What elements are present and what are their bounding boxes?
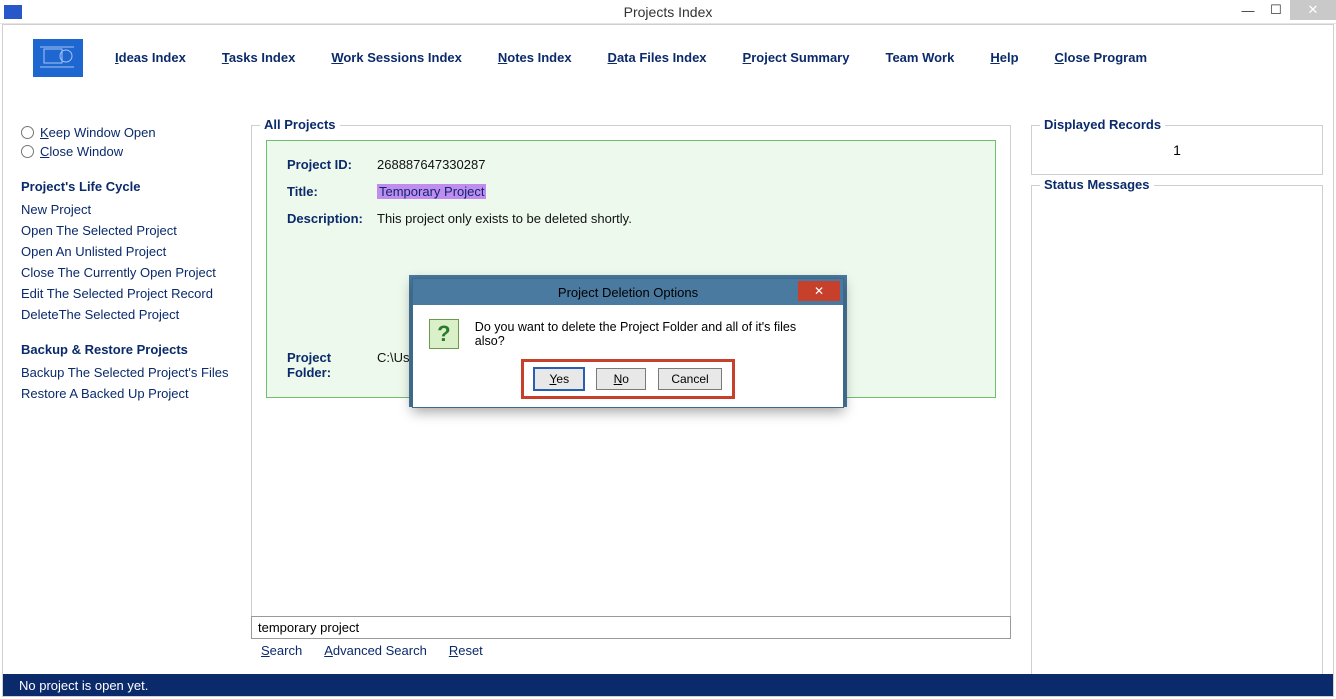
displayed-records-group: Displayed Records 1	[1031, 125, 1323, 175]
link-restore-backup[interactable]: Restore A Backed Up Project	[21, 386, 231, 401]
link-open-unlisted[interactable]: Open An Unlisted Project	[21, 244, 231, 259]
menu-notes[interactable]: Notes Index	[498, 50, 572, 66]
value-description: This project only exists to be deleted s…	[377, 211, 632, 226]
app-icon	[4, 5, 22, 19]
link-search[interactable]: Search	[261, 643, 302, 658]
radio-keep-open[interactable]: Keep Window Open	[21, 125, 231, 140]
window-title: Projects Index	[0, 4, 1336, 20]
status-text: No project is open yet.	[19, 678, 148, 693]
radio-close-window[interactable]: Close Window	[21, 144, 231, 159]
window-titlebar: Projects Index — ☐ ✕	[0, 0, 1336, 24]
toolbar: Ideas Index Tasks Index Work Sessions In…	[3, 25, 1333, 87]
dialog-titlebar: Project Deletion Options ✕	[413, 279, 843, 305]
status-messages-group: Status Messages	[1031, 185, 1323, 683]
status-messages-legend: Status Messages	[1040, 177, 1154, 192]
all-projects-legend: All Projects	[260, 117, 340, 132]
search-bar: Search Advanced Search Reset	[251, 616, 1011, 658]
displayed-records-count: 1	[1173, 142, 1181, 158]
link-reset[interactable]: Reset	[449, 643, 483, 658]
link-close-open-project[interactable]: Close The Currently Open Project	[21, 265, 231, 280]
cancel-button[interactable]: Cancel	[658, 368, 721, 390]
label-folder: Project Folder:	[287, 350, 377, 381]
link-delete-selected[interactable]: DeleteThe Selected Project	[21, 307, 231, 322]
dialog-message: Do you want to delete the Project Folder…	[475, 320, 827, 348]
minimize-button[interactable]: —	[1234, 0, 1262, 20]
search-input[interactable]	[251, 616, 1011, 639]
menu-team-work[interactable]: Team Work	[885, 50, 954, 66]
menu-project-summary[interactable]: Project Summary	[743, 50, 850, 66]
label-title: Title:	[287, 184, 377, 199]
displayed-records-legend: Displayed Records	[1040, 117, 1165, 132]
left-panel: Keep Window Open Close Window Project's …	[21, 125, 231, 407]
menu-help[interactable]: Help	[990, 50, 1018, 66]
delete-dialog: Project Deletion Options ✕ ? Do you want…	[412, 278, 844, 408]
dialog-button-row: Yes No Cancel	[521, 359, 734, 399]
section-lifecycle: Project's Life Cycle	[21, 179, 231, 194]
main-menu: Ideas Index Tasks Index Work Sessions In…	[115, 50, 1147, 66]
yes-button[interactable]: Yes	[534, 368, 584, 390]
link-advanced-search[interactable]: Advanced Search	[324, 643, 427, 658]
no-button[interactable]: No	[596, 368, 646, 390]
menu-ideas[interactable]: Ideas Index	[115, 50, 186, 66]
status-bar: No project is open yet.	[3, 674, 1333, 696]
dialog-close-button[interactable]: ✕	[798, 281, 840, 301]
value-project-id: 268887647330287	[377, 157, 485, 172]
link-backup-files[interactable]: Backup The Selected Project's Files	[21, 365, 231, 380]
radio-keep-open-input[interactable]	[21, 126, 34, 139]
app-logo	[33, 39, 83, 77]
window-controls: — ☐ ✕	[1234, 0, 1336, 20]
label-description: Description:	[287, 211, 377, 226]
label-project-id: Project ID:	[287, 157, 377, 172]
link-new-project[interactable]: New Project	[21, 202, 231, 217]
section-backup: Backup & Restore Projects	[21, 342, 231, 357]
link-open-selected[interactable]: Open The Selected Project	[21, 223, 231, 238]
menu-close-program[interactable]: Close Program	[1055, 50, 1147, 66]
value-title: Temporary Project	[377, 184, 486, 199]
link-edit-selected[interactable]: Edit The Selected Project Record	[21, 286, 231, 301]
close-button[interactable]: ✕	[1290, 0, 1336, 20]
maximize-button[interactable]: ☐	[1262, 0, 1290, 20]
radio-close-window-input[interactable]	[21, 145, 34, 158]
menu-data-files[interactable]: Data Files Index	[608, 50, 707, 66]
menu-work-sessions[interactable]: Work Sessions Index	[331, 50, 462, 66]
dialog-title: Project Deletion Options	[413, 285, 843, 300]
question-icon: ?	[429, 319, 459, 349]
menu-tasks[interactable]: Tasks Index	[222, 50, 295, 66]
